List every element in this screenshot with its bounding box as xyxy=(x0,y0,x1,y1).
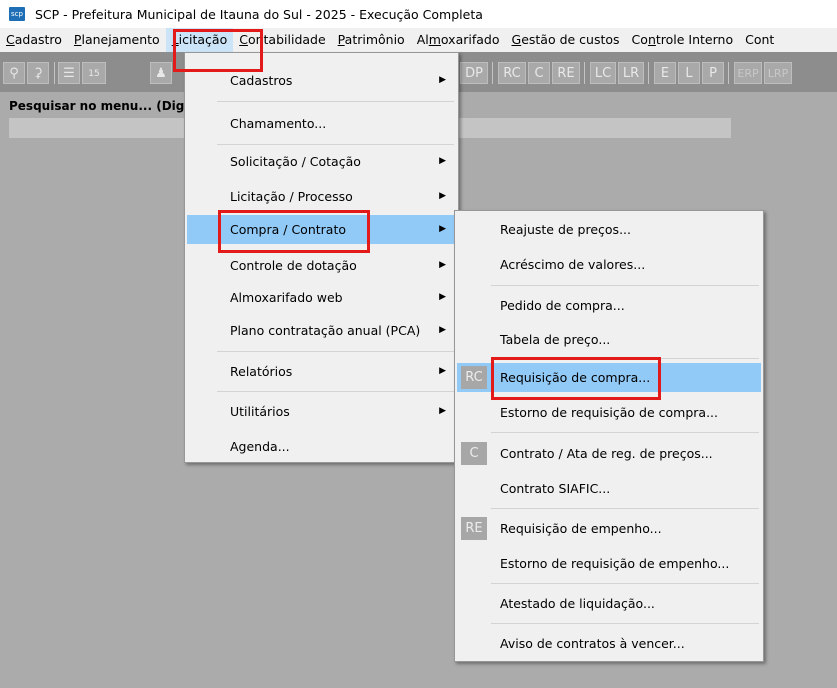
menu-planejamento[interactable]: Planejamento xyxy=(68,28,166,52)
submenu-arrow-icon: ▶ xyxy=(439,406,446,416)
annotation-requisicao-compra-highlight xyxy=(491,357,661,400)
toolbar-l-button[interactable]: L xyxy=(678,62,700,84)
toolbar-erp-button[interactable]: ERP xyxy=(734,62,762,84)
app-logo-icon: scp xyxy=(9,7,25,21)
submenu-item-atestado-liquidacao[interactable]: Atestado de liquidação... xyxy=(457,589,761,618)
submenu-arrow-icon: ▶ xyxy=(439,75,446,85)
licitacao-dropdown: Cadastros ▶ Chamamento... Solicitação / C… xyxy=(184,52,459,463)
submenu-item-estorno-requisicao-empenho[interactable]: Estorno de requisição de empenho... xyxy=(457,549,761,578)
toolbar-lr-button[interactable]: LR xyxy=(618,62,644,84)
toolbar-p-button[interactable]: P xyxy=(702,62,724,84)
toolbar-e-button[interactable]: E xyxy=(654,62,676,84)
menu-patrimonio[interactable]: Patrimônio xyxy=(332,28,411,52)
menu-item-controle-dotacao[interactable]: Controle de dotação ▶ xyxy=(187,251,456,280)
menu-almoxarifado[interactable]: Almoxarifado xyxy=(411,28,506,52)
annotation-compra-contrato-highlight xyxy=(218,210,370,253)
submenu-item-aviso-contratos[interactable]: Aviso de contratos à vencer... xyxy=(457,629,761,658)
rc-icon: RC xyxy=(461,366,487,389)
menu-contabil-truncated[interactable]: Cont xyxy=(739,28,780,52)
submenu-arrow-icon: ▶ xyxy=(439,191,446,201)
menu-gestao-de-custos[interactable]: Gestão de custos xyxy=(506,28,626,52)
menu-item-solicitacao-cotacao[interactable]: Solicitação / Cotação ▶ xyxy=(187,147,456,176)
menu-item-chamamento[interactable]: Chamamento... xyxy=(187,109,456,138)
toolbar-dp-button[interactable]: DP xyxy=(460,62,488,84)
menu-bar: Cadastro Planejamento Licitação Contabil… xyxy=(0,28,837,52)
menu-item-relatorios[interactable]: Relatórios ▶ xyxy=(187,357,456,386)
users-icon[interactable]: ♟ xyxy=(150,62,172,84)
submenu-arrow-icon: ▶ xyxy=(439,366,446,376)
submenu-item-requisicao-empenho[interactable]: RE Requisição de empenho... xyxy=(457,514,761,543)
submenu-item-contrato-ata[interactable]: C Contrato / Ata de reg. de preços... xyxy=(457,439,761,468)
submenu-item-reajuste-precos[interactable]: Reajuste de preços... xyxy=(457,215,761,244)
menu-item-agenda[interactable]: Agenda... xyxy=(187,432,456,461)
submenu-arrow-icon: ▶ xyxy=(439,156,446,166)
menu-cadastro[interactable]: Cadastro xyxy=(0,28,68,52)
window-title: SCP - Prefeitura Municipal de Itauna do … xyxy=(35,6,483,22)
submenu-arrow-icon: ▶ xyxy=(439,292,446,302)
submenu-item-tabela-preco[interactable]: Tabela de preço... xyxy=(457,325,761,354)
submenu-item-contrato-siafic[interactable]: Contrato SIAFIC... xyxy=(457,474,761,503)
toolbar-rc-button[interactable]: RC xyxy=(498,62,526,84)
compra-contrato-submenu: Reajuste de preços... Acréscimo de valor… xyxy=(454,210,764,662)
calendar-icon[interactable]: 15 xyxy=(82,62,106,84)
re-icon: RE xyxy=(461,517,487,540)
key-alt-icon[interactable]: ⚳ xyxy=(27,62,49,84)
c-icon: C xyxy=(461,442,487,465)
annotation-licitacao-highlight xyxy=(173,29,263,72)
toolbar-re-button[interactable]: RE xyxy=(552,62,580,84)
menu-item-almoxarifado-web[interactable]: Almoxarifado web ▶ xyxy=(187,283,456,312)
toolbar-c-button[interactable]: C xyxy=(528,62,550,84)
menu-item-licitacao-processo[interactable]: Licitação / Processo ▶ xyxy=(187,182,456,211)
menu-item-plano-contratacao[interactable]: Plano contratação anual (PCA) ▶ xyxy=(187,316,456,345)
submenu-item-acrescimo-valores[interactable]: Acréscimo de valores... xyxy=(457,250,761,279)
menu-controle-interno[interactable]: Controle Interno xyxy=(626,28,740,52)
key-icon[interactable]: ⚲ xyxy=(3,62,25,84)
menu-item-utilitarios[interactable]: Utilitários ▶ xyxy=(187,397,456,426)
toolbar-lc-button[interactable]: LC xyxy=(590,62,616,84)
tree-icon[interactable]: ☰ xyxy=(58,62,80,84)
submenu-arrow-icon: ▶ xyxy=(439,224,446,234)
submenu-arrow-icon: ▶ xyxy=(439,325,446,335)
submenu-item-estorno-requisicao-compra[interactable]: Estorno de requisição de compra... xyxy=(457,398,761,427)
search-label: Pesquisar no menu... (Dig xyxy=(9,99,185,113)
title-bar: scp SCP - Prefeitura Municipal de Itauna… xyxy=(0,0,837,28)
submenu-item-pedido-compra[interactable]: Pedido de compra... xyxy=(457,291,761,320)
submenu-arrow-icon: ▶ xyxy=(439,260,446,270)
toolbar-lrp-button[interactable]: LRP xyxy=(764,62,792,84)
